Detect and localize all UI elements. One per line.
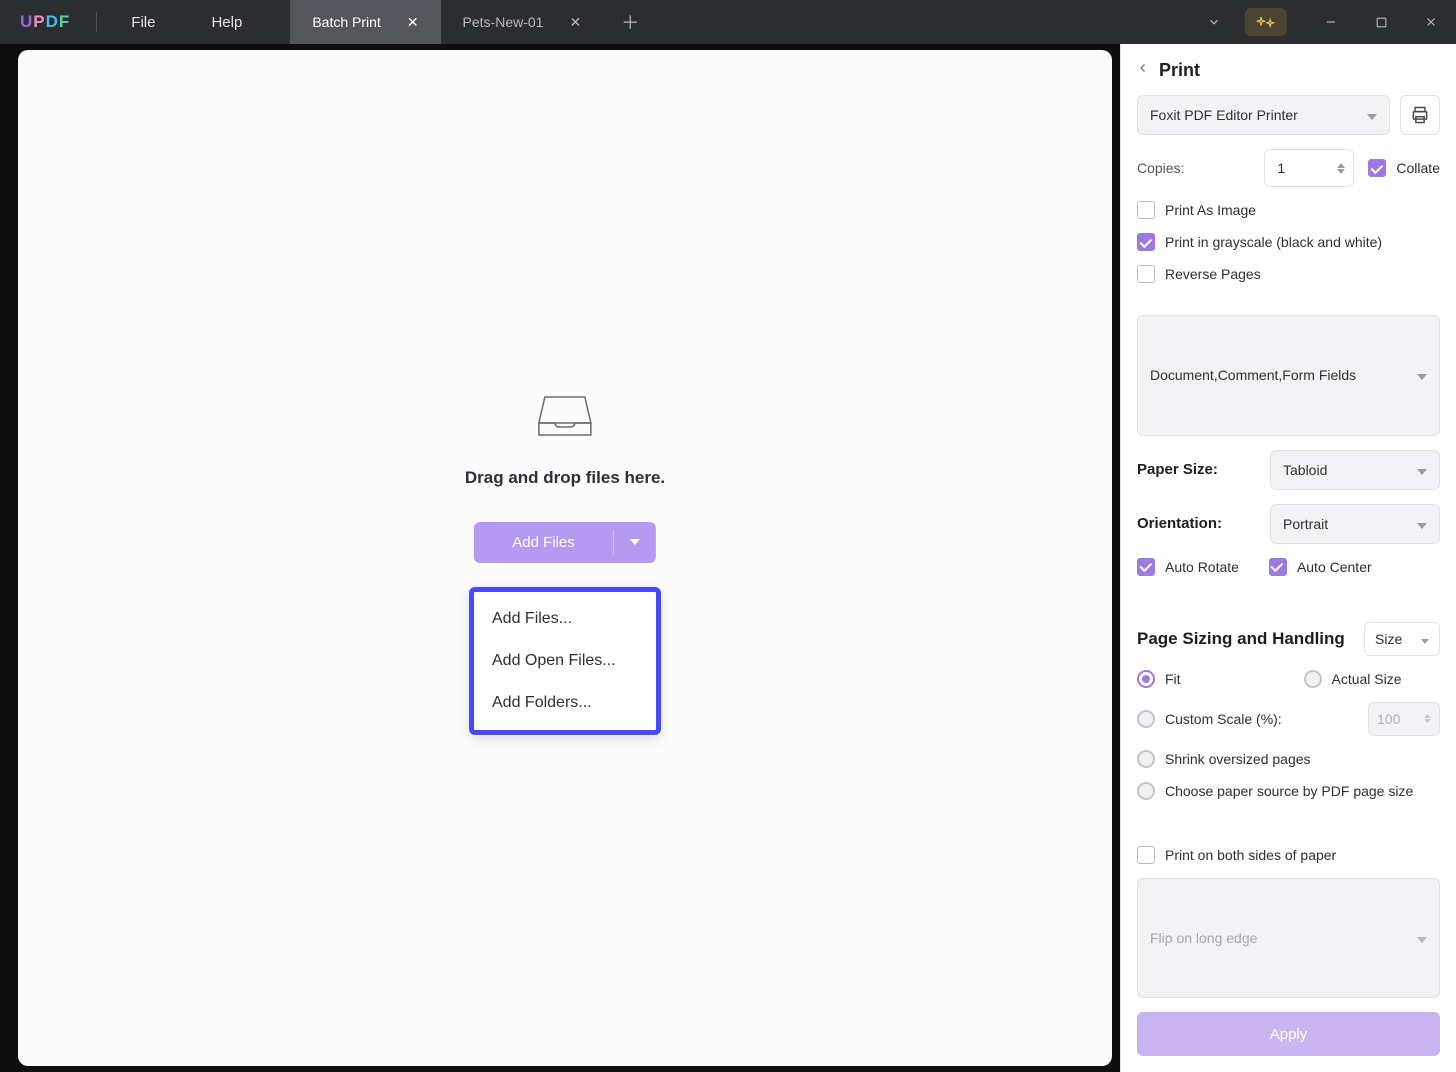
orientation-select[interactable]: Portrait bbox=[1270, 504, 1440, 544]
check-icon bbox=[1137, 558, 1155, 576]
auto-rotate-checkbox[interactable]: Auto Rotate bbox=[1137, 558, 1239, 576]
chevron-down-icon bbox=[1417, 367, 1427, 383]
check-icon bbox=[1368, 159, 1386, 177]
apply-button[interactable]: Apply bbox=[1137, 1012, 1440, 1056]
tab-label: Pets-New-01 bbox=[463, 14, 544, 30]
page-sizing-heading: Page Sizing and Handling bbox=[1137, 629, 1345, 649]
tabs: Batch Print ✕ Pets-New-01 ✕ ＋ bbox=[290, 0, 657, 44]
menu-help[interactable]: Help bbox=[183, 0, 270, 44]
chevron-down-icon bbox=[1367, 107, 1377, 123]
radio-icon bbox=[1137, 670, 1155, 688]
dropdown-caret-icon[interactable] bbox=[614, 522, 656, 563]
chevron-down-icon bbox=[1417, 516, 1427, 532]
reverse-pages-checkbox[interactable]: Reverse Pages bbox=[1137, 265, 1440, 283]
close-window-icon[interactable] bbox=[1406, 0, 1456, 44]
paper-source-radio[interactable]: Choose paper source by PDF page size bbox=[1137, 782, 1440, 800]
radio-icon bbox=[1137, 750, 1155, 768]
auto-center-label: Auto Center bbox=[1297, 559, 1372, 575]
app-logo: UPDF bbox=[0, 0, 90, 44]
drop-instruction: Drag and drop files here. bbox=[465, 468, 665, 488]
copies-input[interactable]: 1 bbox=[1264, 149, 1354, 187]
reverse-label: Reverse Pages bbox=[1165, 266, 1261, 282]
add-files-button[interactable]: Add Files bbox=[474, 522, 656, 563]
radio-icon bbox=[1137, 782, 1155, 800]
panel-title: Print bbox=[1159, 60, 1200, 81]
fit-label: Fit bbox=[1165, 671, 1181, 687]
actual-size-radio[interactable]: Actual Size bbox=[1304, 670, 1441, 688]
collate-checkbox[interactable]: Collate bbox=[1368, 159, 1440, 177]
tab-label: Batch Print bbox=[312, 14, 380, 30]
duplex-label: Print on both sides of paper bbox=[1165, 847, 1336, 863]
apply-label: Apply bbox=[1270, 1026, 1308, 1043]
paper-size-label: Paper Size: bbox=[1137, 461, 1218, 478]
content-select[interactable]: Document,Comment,Form Fields bbox=[1137, 315, 1440, 436]
close-icon[interactable]: ✕ bbox=[407, 14, 419, 31]
drop-canvas[interactable]: Drag and drop files here. Add Files Add … bbox=[18, 50, 1112, 1066]
close-icon[interactable]: ✕ bbox=[569, 14, 581, 31]
menu-file[interactable]: File bbox=[103, 0, 183, 44]
stepper-icon[interactable] bbox=[1337, 163, 1345, 174]
shrink-label: Shrink oversized pages bbox=[1165, 751, 1311, 767]
ai-sparkle-icon[interactable] bbox=[1245, 8, 1287, 36]
back-icon[interactable] bbox=[1137, 61, 1149, 80]
shrink-oversized-radio[interactable]: Shrink oversized pages bbox=[1137, 750, 1440, 768]
grayscale-checkbox[interactable]: Print in grayscale (black and white) bbox=[1137, 233, 1440, 251]
print-panel: Print Foxit PDF Editor Printer Copies: bbox=[1120, 44, 1456, 1072]
titlebar: UPDF File Help Batch Print ✕ Pets-New-01… bbox=[0, 0, 1456, 44]
menu-item-add-open-files[interactable]: Add Open Files... bbox=[474, 640, 656, 682]
content-value: Document,Comment,Form Fields bbox=[1150, 367, 1356, 383]
menu-item-add-files[interactable]: Add Files... bbox=[474, 598, 656, 640]
print-as-image-checkbox[interactable]: Print As Image bbox=[1137, 201, 1440, 219]
orientation-label: Orientation: bbox=[1137, 515, 1222, 532]
orientation-value: Portrait bbox=[1283, 516, 1328, 532]
chevron-down-icon[interactable] bbox=[1189, 0, 1239, 44]
minimize-icon[interactable] bbox=[1306, 0, 1356, 44]
custom-scale-radio[interactable]: Custom Scale (%): bbox=[1137, 710, 1282, 728]
size-mode-select[interactable]: Size bbox=[1364, 622, 1440, 656]
check-icon bbox=[1269, 558, 1287, 576]
chevron-down-icon bbox=[1417, 930, 1427, 946]
check-icon bbox=[1137, 265, 1155, 283]
collate-label: Collate bbox=[1396, 160, 1440, 176]
duplex-checkbox[interactable]: Print on both sides of paper bbox=[1137, 846, 1440, 864]
check-icon bbox=[1137, 846, 1155, 864]
radio-icon bbox=[1137, 710, 1155, 728]
copies-label: Copies: bbox=[1137, 160, 1184, 176]
tab-batch-print[interactable]: Batch Print ✕ bbox=[290, 0, 440, 44]
duplex-mode-value: Flip on long edge bbox=[1150, 930, 1257, 946]
chevron-down-icon bbox=[1417, 462, 1427, 478]
stepper-icon bbox=[1424, 714, 1431, 723]
auto-rotate-label: Auto Rotate bbox=[1165, 559, 1239, 575]
size-mode-value: Size bbox=[1375, 631, 1402, 647]
maximize-icon[interactable] bbox=[1356, 0, 1406, 44]
custom-scale-input: 100 bbox=[1368, 702, 1440, 736]
custom-scale-value: 100 bbox=[1377, 711, 1400, 727]
add-files-label: Add Files bbox=[474, 522, 613, 563]
printer-settings-icon[interactable] bbox=[1400, 95, 1440, 135]
printer-select[interactable]: Foxit PDF Editor Printer bbox=[1137, 95, 1390, 135]
paper-source-label: Choose paper source by PDF page size bbox=[1165, 783, 1413, 799]
print-as-image-label: Print As Image bbox=[1165, 202, 1256, 218]
duplex-mode-select: Flip on long edge bbox=[1137, 878, 1440, 999]
menu-item-add-folders[interactable]: Add Folders... bbox=[474, 682, 656, 724]
fit-radio[interactable]: Fit bbox=[1137, 670, 1274, 688]
check-icon bbox=[1137, 233, 1155, 251]
grayscale-label: Print in grayscale (black and white) bbox=[1165, 234, 1382, 250]
paper-size-select[interactable]: Tabloid bbox=[1270, 450, 1440, 490]
divider bbox=[96, 12, 97, 32]
check-icon bbox=[1137, 201, 1155, 219]
copies-value: 1 bbox=[1277, 160, 1285, 176]
actual-size-label: Actual Size bbox=[1332, 671, 1402, 687]
new-tab-button[interactable]: ＋ bbox=[603, 0, 657, 44]
inbox-tray-icon bbox=[537, 391, 593, 444]
auto-center-checkbox[interactable]: Auto Center bbox=[1269, 558, 1372, 576]
tab-pets-new-01[interactable]: Pets-New-01 ✕ bbox=[441, 0, 604, 44]
custom-scale-label: Custom Scale (%): bbox=[1165, 711, 1282, 727]
window-controls bbox=[1189, 0, 1456, 44]
paper-size-value: Tabloid bbox=[1283, 462, 1327, 478]
printer-value: Foxit PDF Editor Printer bbox=[1150, 107, 1298, 123]
add-files-dropdown: Add Files... Add Open Files... Add Folde… bbox=[469, 587, 661, 735]
chevron-down-icon bbox=[1421, 631, 1429, 647]
radio-icon bbox=[1304, 670, 1322, 688]
